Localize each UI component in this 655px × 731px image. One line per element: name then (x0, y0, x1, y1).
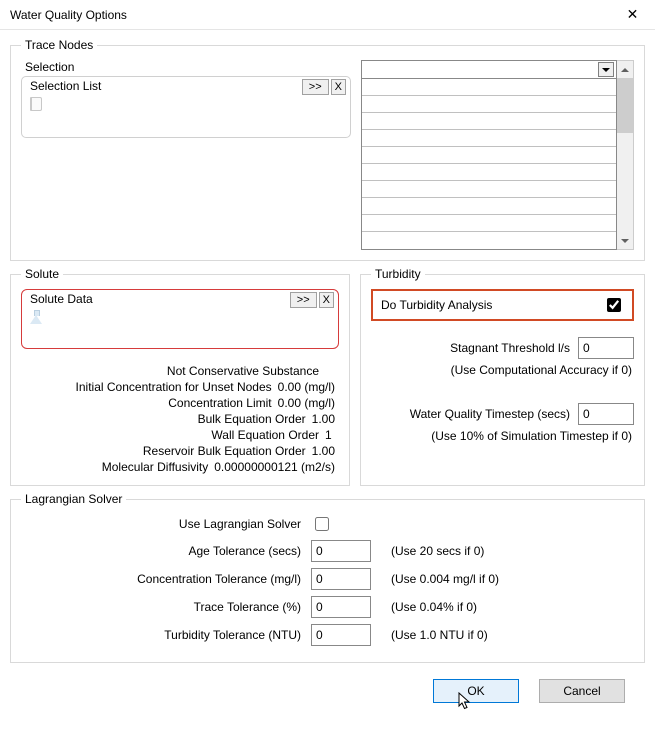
table-row[interactable] (362, 232, 616, 249)
cancel-button[interactable]: Cancel (539, 679, 625, 703)
solute-legend: Solute (21, 267, 63, 281)
scroll-up-button[interactable] (617, 61, 633, 78)
solute-data-expand-button[interactable]: >> (290, 292, 317, 308)
wq-timestep-label: Water Quality Timestep (secs) (410, 407, 570, 421)
solute-properties: Not Conservative Substance Initial Conce… (21, 363, 339, 475)
selection-list-label: Selection List (30, 79, 101, 93)
titlebar: Water Quality Options ✕ (0, 0, 655, 30)
selection-list-close-button[interactable]: X (331, 79, 346, 95)
table-row[interactable] (362, 147, 616, 164)
selection-label: Selection (25, 60, 351, 74)
close-button[interactable]: ✕ (610, 0, 655, 30)
trace-grid-dropdown-button[interactable] (598, 62, 614, 77)
prop-label: Reservoir Bulk Equation Order (143, 444, 306, 458)
concentration-tolerance-hint: (Use 0.004 mg/l if 0) (391, 572, 634, 586)
prop-label: Not Conservative Substance (167, 364, 319, 378)
scroll-thumb[interactable] (617, 78, 633, 133)
prop-label: Wall Equation Order (211, 428, 319, 442)
solute-data-close-button[interactable]: X (319, 292, 334, 308)
use-lagrangian-label: Use Lagrangian Solver (21, 517, 301, 531)
selection-list-box: Selection List >> X (21, 76, 351, 138)
prop-value: 1 (325, 428, 335, 442)
prop-label: Concentration Limit (168, 396, 271, 410)
do-turbidity-analysis-checkbox[interactable] (607, 298, 621, 312)
prop-label: Initial Concentration for Unset Nodes (76, 380, 272, 394)
prop-label: Molecular Diffusivity (102, 460, 208, 474)
prop-value: 1.00 (312, 412, 335, 426)
prop-value: 0.00000000121 (m2/s) (214, 460, 335, 474)
ok-button[interactable]: OK (433, 679, 519, 703)
page-icon (30, 97, 42, 111)
lagrangian-solver-legend: Lagrangian Solver (21, 492, 126, 506)
turbidity-tolerance-label: Turbidity Tolerance (NTU) (21, 628, 301, 642)
trace-nodes-group: Trace Nodes Selection Selection List >> … (10, 38, 645, 261)
table-row[interactable] (362, 96, 616, 113)
prop-value: 0.00 (mg/l) (278, 396, 335, 410)
concentration-tolerance-input[interactable] (311, 568, 371, 590)
trace-grid-header (362, 61, 616, 79)
concentration-tolerance-label: Concentration Tolerance (mg/l) (21, 572, 301, 586)
table-row[interactable] (362, 79, 616, 96)
trace-tolerance-hint: (Use 0.04% if 0) (391, 600, 634, 614)
scroll-down-button[interactable] (617, 232, 633, 249)
age-tolerance-input[interactable] (311, 540, 371, 562)
stagnant-threshold-note: (Use Computational Accuracy if 0) (371, 363, 634, 377)
table-row[interactable] (362, 164, 616, 181)
flask-icon (30, 310, 42, 324)
age-tolerance-hint: (Use 20 secs if 0) (391, 544, 634, 558)
do-turbidity-analysis-row: Do Turbidity Analysis (371, 289, 634, 321)
turbidity-tolerance-input[interactable] (311, 624, 371, 646)
table-row[interactable] (362, 113, 616, 130)
close-icon: ✕ (627, 6, 639, 23)
dialog-footer: OK Cancel (10, 669, 645, 703)
table-row[interactable] (362, 198, 616, 215)
trace-nodes-legend: Trace Nodes (21, 38, 97, 52)
prop-label: Bulk Equation Order (198, 412, 306, 426)
prop-value (325, 364, 335, 378)
wq-timestep-input[interactable] (578, 403, 634, 425)
scroll-track[interactable] (617, 133, 633, 232)
lagrangian-solver-group: Lagrangian Solver Use Lagrangian Solver … (10, 492, 645, 663)
trace-tolerance-input[interactable] (311, 596, 371, 618)
turbidity-legend: Turbidity (371, 267, 425, 281)
wq-timestep-note: (Use 10% of Simulation Timestep if 0) (371, 429, 634, 443)
solute-group: Solute Solute Data >> X Not Conservative… (10, 267, 350, 486)
stagnant-threshold-input[interactable] (578, 337, 634, 359)
table-row[interactable] (362, 130, 616, 147)
prop-value: 1.00 (312, 444, 335, 458)
use-lagrangian-checkbox[interactable] (315, 517, 329, 531)
prop-value: 0.00 (mg/l) (278, 380, 335, 394)
turbidity-group: Turbidity Do Turbidity Analysis Stagnant… (360, 267, 645, 486)
window-title: Water Quality Options (10, 8, 610, 22)
trace-grid[interactable] (361, 60, 617, 250)
table-row[interactable] (362, 215, 616, 232)
trace-tolerance-label: Trace Tolerance (%) (21, 600, 301, 614)
solute-data-label: Solute Data (30, 292, 93, 306)
solute-data-box: Solute Data >> X (21, 289, 339, 349)
turbidity-tolerance-hint: (Use 1.0 NTU if 0) (391, 628, 634, 642)
selection-list-expand-button[interactable]: >> (302, 79, 329, 95)
stagnant-threshold-label: Stagnant Threshold l/s (450, 341, 570, 355)
age-tolerance-label: Age Tolerance (secs) (21, 544, 301, 558)
table-row[interactable] (362, 181, 616, 198)
trace-grid-container (361, 60, 634, 250)
do-turbidity-analysis-label: Do Turbidity Analysis (381, 298, 492, 312)
trace-grid-scrollbar[interactable] (617, 60, 634, 250)
